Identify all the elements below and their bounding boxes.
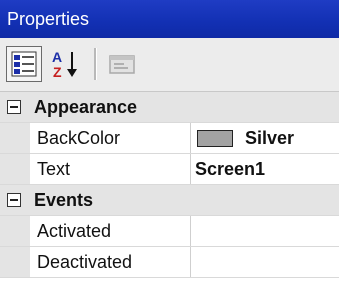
property-value[interactable] <box>191 247 339 277</box>
category-label: Events <box>34 190 94 210</box>
properties-toolbar: A Z <box>0 38 339 92</box>
panel-title: Properties <box>0 0 339 38</box>
property-grid: Appearance BackColor Silver Text Screen1… <box>0 92 339 278</box>
properties-panel: Properties A Z Appearance BackColor Silv… <box>0 0 339 290</box>
property-row-backcolor[interactable]: BackColor Silver <box>0 123 339 154</box>
property-row-activated[interactable]: Activated <box>0 216 339 247</box>
row-gutter <box>0 123 30 153</box>
categorized-button[interactable] <box>6 46 42 82</box>
property-value[interactable]: Silver <box>191 123 339 153</box>
color-swatch <box>197 130 233 147</box>
property-name: Deactivated <box>30 247 191 277</box>
property-name: Activated <box>30 216 191 246</box>
property-name: BackColor <box>30 123 191 153</box>
row-gutter <box>0 216 30 246</box>
color-value-label: Silver <box>245 128 295 148</box>
row-gutter <box>0 154 30 184</box>
property-pages-button[interactable] <box>104 46 140 82</box>
text-value-label: Screen1 <box>195 159 266 179</box>
property-pages-icon <box>109 55 135 74</box>
category-label: Appearance <box>34 97 138 117</box>
categorized-list-icon <box>11 51 37 77</box>
category-appearance[interactable]: Appearance <box>0 92 339 123</box>
property-row-deactivated[interactable]: Deactivated <box>0 247 339 278</box>
property-value[interactable]: Screen1 <box>191 154 339 184</box>
svg-text:Z: Z <box>53 64 62 80</box>
collapse-icon[interactable] <box>7 193 21 207</box>
category-events[interactable]: Events <box>0 185 339 216</box>
toolbar-separator <box>94 48 97 80</box>
property-name: Text <box>30 154 191 184</box>
property-row-text[interactable]: Text Screen1 <box>0 154 339 185</box>
alphabetical-button[interactable]: A Z <box>48 46 84 82</box>
collapse-icon[interactable] <box>7 100 21 114</box>
row-gutter <box>0 247 30 277</box>
property-value[interactable] <box>191 216 339 246</box>
svg-text:A: A <box>52 49 62 65</box>
sort-az-icon: A Z <box>52 49 77 80</box>
